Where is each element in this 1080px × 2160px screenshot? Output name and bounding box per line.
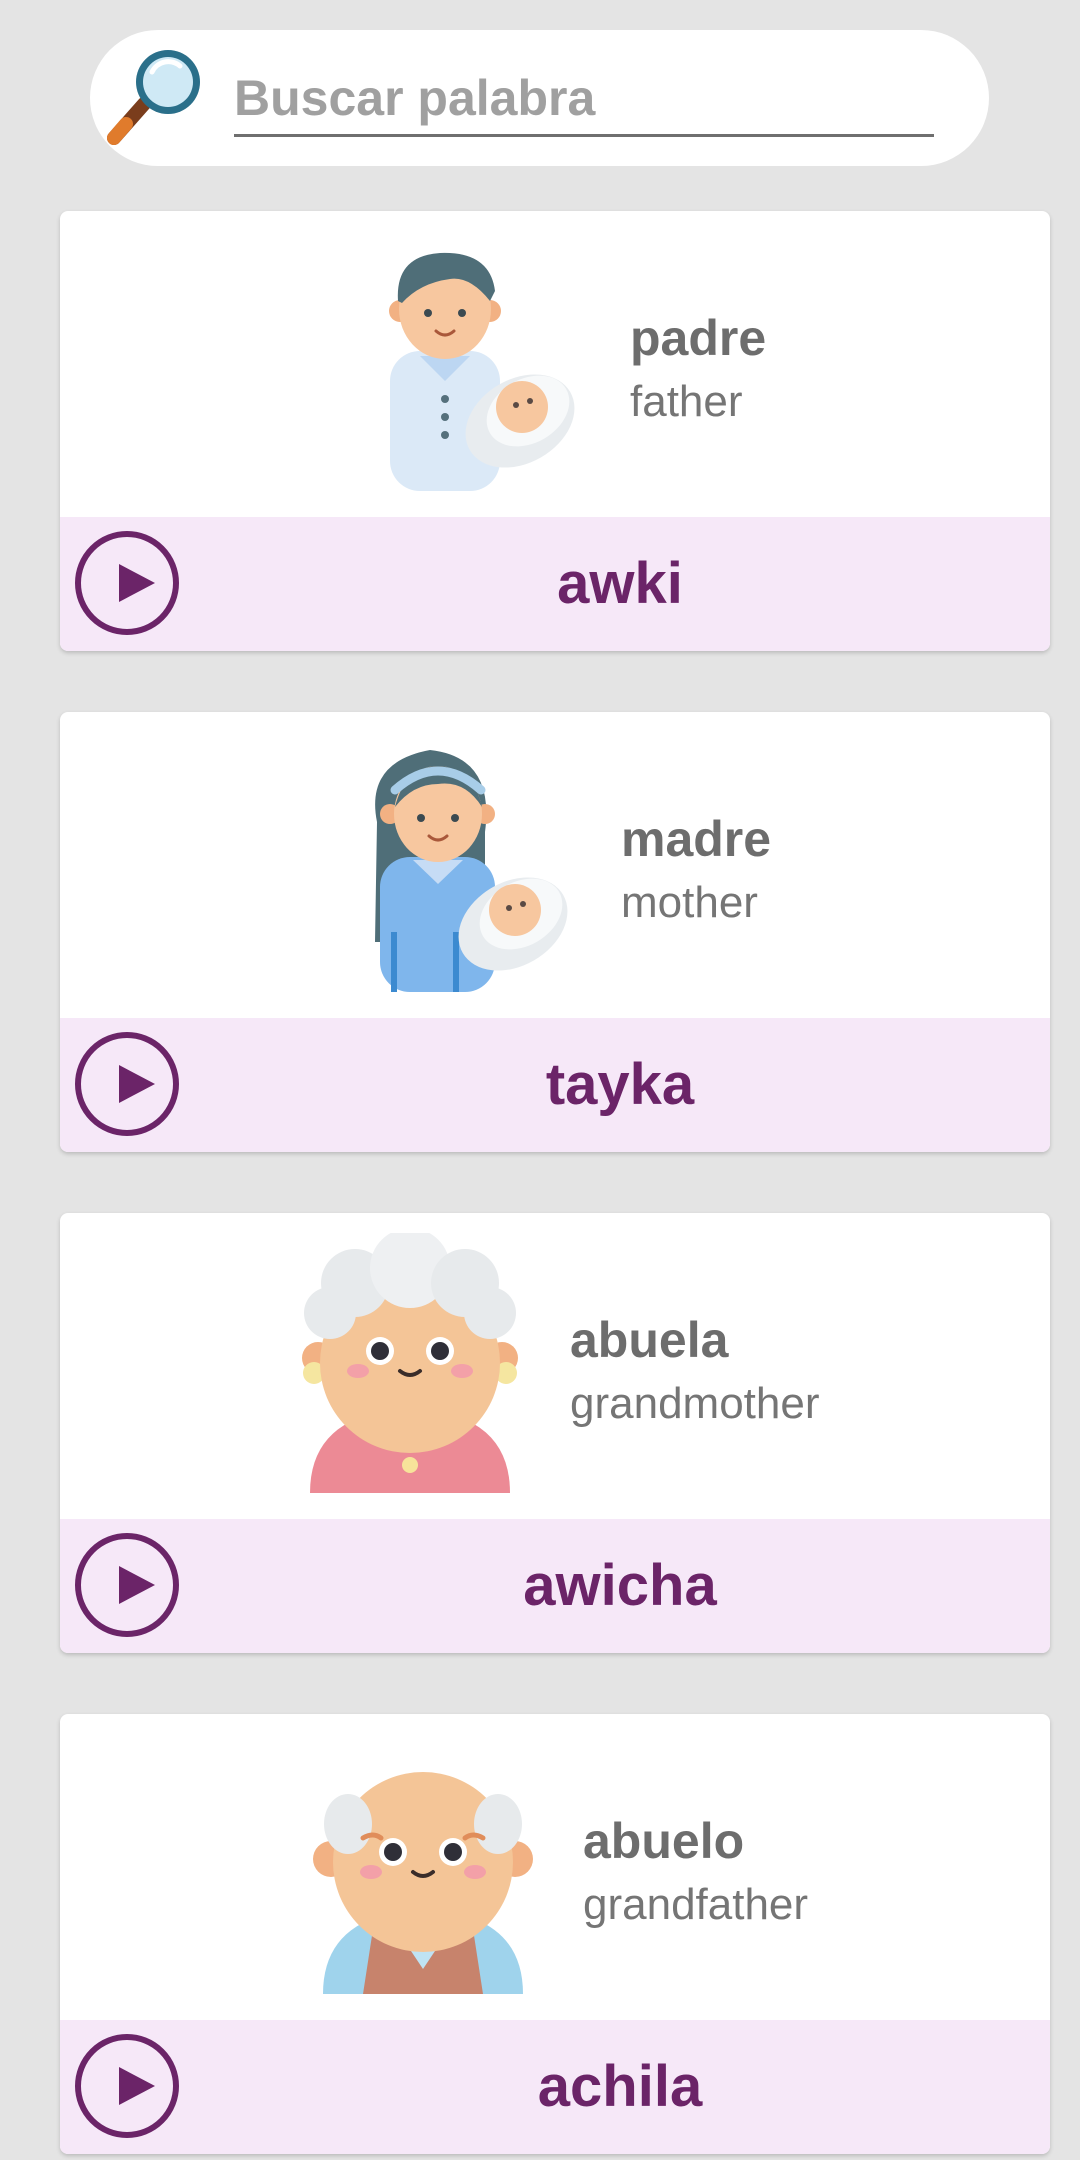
word-card-padre: padre father awki [60, 211, 1050, 651]
english-translation: father [630, 377, 743, 426]
spanish-word: abuela [570, 1312, 729, 1368]
grandfather-illustration [313, 1772, 533, 1994]
word-card-abuelo: abuelo grandfather achila [60, 1714, 1050, 2154]
spanish-word: padre [630, 310, 767, 366]
play-button[interactable] [75, 1533, 179, 1637]
father-with-baby-illustration [389, 252, 575, 491]
magnifier-icon[interactable] [100, 42, 212, 154]
spanish-word: abuelo [583, 1813, 745, 1869]
quechua-word: achila [537, 2054, 703, 2119]
english-translation: grandmother [570, 1379, 820, 1428]
english-translation: grandfather [583, 1880, 809, 1929]
mother-with-baby-illustration [375, 750, 568, 992]
spanish-word: madre [621, 811, 772, 867]
play-button[interactable] [75, 531, 179, 635]
search-input[interactable] [234, 66, 934, 137]
english-translation: mother [621, 878, 758, 927]
pronunciation-bar: tayka [60, 1018, 1050, 1152]
play-button[interactable] [75, 2034, 179, 2138]
search-bar [90, 30, 989, 166]
quechua-word: awicha [523, 1553, 717, 1618]
word-card-abuela: abuela grandmother awicha [60, 1213, 1050, 1653]
quechua-word: tayka [545, 1052, 695, 1117]
quechua-word: awki [557, 551, 683, 616]
play-button[interactable] [75, 1032, 179, 1136]
grandmother-illustration [302, 1233, 518, 1493]
pronunciation-bar: awicha [60, 1519, 1050, 1653]
pronunciation-bar: achila [60, 2020, 1050, 2154]
word-card-madre: madre mother tayka [60, 712, 1050, 1152]
pronunciation-bar: awki [60, 517, 1050, 651]
